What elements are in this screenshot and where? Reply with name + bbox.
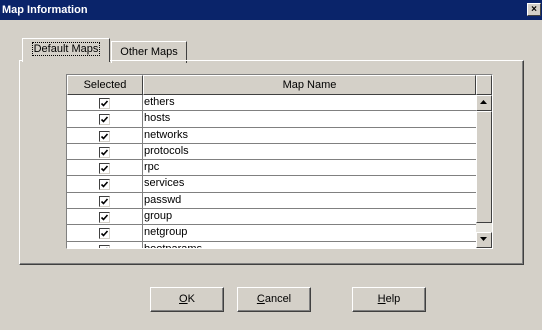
tab-default-maps[interactable]: Default Maps [22,38,110,62]
map-name-cell: group [143,209,476,226]
map-checkbox[interactable] [99,228,110,240]
map-name-cell: hosts [143,111,476,128]
column-header-map-name[interactable]: Map Name [143,75,476,95]
cancel-button[interactable]: Cancel [237,287,311,312]
table-row[interactable]: netgroup [67,225,476,242]
map-checkbox[interactable] [99,179,110,191]
table-row[interactable]: hosts [67,111,476,128]
map-name-cell: passwd [143,193,476,210]
map-checkbox[interactable] [99,212,110,224]
map-name-cell: services [143,176,476,193]
vertical-scrollbar[interactable] [476,95,492,248]
selected-cell [67,192,143,210]
check-icon [100,116,109,123]
map-checkbox[interactable] [99,114,110,126]
arrow-up-icon [480,100,487,104]
check-icon [100,198,109,205]
cancel-label-rest: ancel [264,293,292,305]
map-name-cell: networks [143,128,476,144]
table-row[interactable]: services [67,176,476,193]
check-icon [100,149,109,156]
selected-cell [67,160,143,177]
selected-cell [67,176,143,193]
maps-table: Selected Map Name ethers hosts networks pro… [66,74,493,249]
scroll-thumb[interactable] [476,111,492,223]
table-header: Selected Map Name [67,75,492,95]
tab-default-maps-label: Default Maps [31,42,101,56]
selected-cell [67,241,143,248]
selected-cell [67,143,143,161]
check-icon [100,230,109,238]
table-row[interactable]: passwd [67,192,476,210]
help-mnemonic: H [377,293,386,305]
map-checkbox[interactable] [99,98,110,109]
map-checkbox[interactable] [99,146,110,158]
map-checkbox[interactable] [99,163,110,175]
check-icon [100,165,109,172]
ok-button[interactable]: OK [150,287,224,312]
selected-cell [67,95,143,112]
map-name-cell: netgroup [143,225,476,242]
map-checkbox[interactable] [99,244,110,248]
help-button[interactable]: Help [352,287,426,312]
map-name-cell: rpc [143,160,476,177]
map-name-cell: ethers [143,95,476,112]
help-label-rest: elp [385,293,401,305]
close-icon[interactable]: × [527,3,541,16]
table-row[interactable]: rpc [67,160,476,177]
arrow-down-icon [480,237,487,241]
selected-cell [67,225,143,242]
selected-cell [67,209,143,226]
map-name-cell: protocols [143,144,476,161]
window-title: Map Information [2,4,88,16]
map-checkbox[interactable] [99,130,110,142]
table-row[interactable]: networks [67,127,476,144]
table-row[interactable]: group [67,209,476,226]
map-checkbox[interactable] [99,195,110,207]
map-name-cell: bootparams [143,242,476,248]
header-corner [476,75,492,95]
check-icon [100,133,109,140]
tab-other-maps-label: Other Maps [120,46,178,58]
check-icon [100,100,109,107]
ok-mnemonic: O [179,293,188,305]
ok-label-rest: K [187,293,195,305]
selected-cell [67,127,143,144]
scroll-down-button[interactable] [476,232,492,248]
check-icon [100,181,109,189]
scroll-up-button[interactable] [476,95,492,111]
table-row[interactable]: protocols [67,143,476,161]
table-body: ethers hosts networks protocols rpc services p… [67,95,476,248]
table-row[interactable]: bootparams [67,241,476,248]
cancel-mnemonic: C [256,293,265,305]
column-header-selected[interactable]: Selected [67,75,143,95]
check-icon [100,214,109,221]
title-bar: Map Information × [0,0,542,20]
table-row[interactable]: ethers [67,95,476,112]
selected-cell [67,111,143,128]
check-icon [106,247,108,248]
